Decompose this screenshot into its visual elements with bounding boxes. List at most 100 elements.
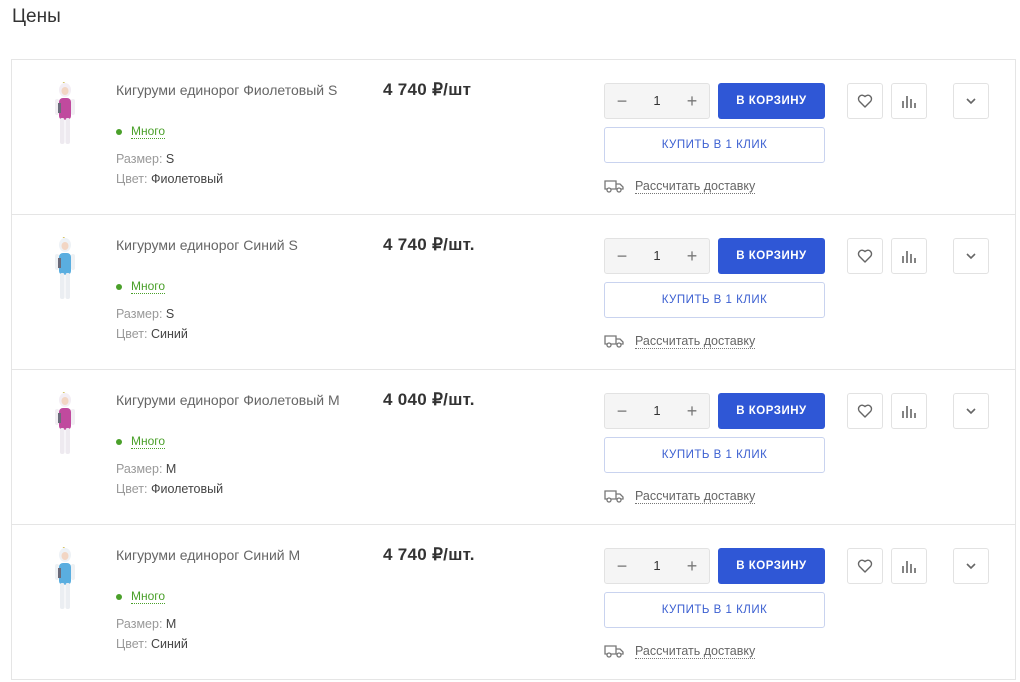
quantity-stepper: − 1 +: [604, 548, 710, 584]
stock-status: Много: [116, 279, 166, 294]
product-size: Размер: M: [116, 617, 176, 631]
product-list: Кигуруми единорог Фиолетовый S Много Раз…: [11, 59, 1016, 680]
quantity-input[interactable]: 1: [635, 549, 679, 583]
stock-status: Много: [116, 589, 166, 604]
stock-label[interactable]: Много: [131, 589, 166, 604]
product-color: Цвет: Синий: [116, 327, 188, 341]
add-to-cart-button[interactable]: В КОРЗИНУ: [718, 238, 825, 274]
increase-button[interactable]: +: [677, 394, 707, 428]
color-value: Синий: [150, 327, 188, 341]
compare-button[interactable]: [891, 393, 927, 429]
delivery-label[interactable]: Рассчитать доставку: [635, 179, 756, 194]
product-name[interactable]: Кигуруми единорог Фиолетовый M: [116, 390, 366, 410]
delivery-label[interactable]: Рассчитать доставку: [635, 644, 756, 659]
delivery-label[interactable]: Рассчитать доставку: [635, 489, 756, 504]
size-value: M: [165, 462, 177, 476]
bar-chart-icon: [902, 406, 916, 418]
stock-label[interactable]: Много: [131, 434, 166, 449]
product-price: 4 740 ₽/шт: [383, 80, 472, 99]
truck-icon: [604, 335, 624, 348]
buy-one-click-button[interactable]: КУПИТЬ В 1 КЛИК: [604, 282, 825, 318]
product-size: Размер: S: [116, 307, 174, 321]
kigurumi-blue-icon[interactable]: [48, 237, 82, 303]
stock-status: Много: [116, 124, 166, 139]
product-row: Кигуруми единорог Синий S Много Размер: …: [12, 215, 1015, 370]
expand-button[interactable]: [953, 238, 989, 274]
stock-label[interactable]: Много: [131, 279, 166, 294]
quantity-input[interactable]: 1: [635, 239, 679, 273]
decrease-button[interactable]: −: [607, 239, 637, 273]
color-label: Цвет:: [116, 172, 151, 186]
quantity-stepper: − 1 +: [604, 238, 710, 274]
buy-one-click-button[interactable]: КУПИТЬ В 1 КЛИК: [604, 437, 825, 473]
quantity-stepper: − 1 +: [604, 83, 710, 119]
size-label: Размер:: [116, 617, 166, 631]
expand-button[interactable]: [953, 393, 989, 429]
compare-button[interactable]: [891, 548, 927, 584]
chevron-down-icon: [966, 253, 976, 260]
product-color: Цвет: Фиолетовый: [116, 172, 223, 186]
product-price: 4 740 ₽/шт.: [383, 545, 475, 564]
increase-button[interactable]: +: [677, 84, 707, 118]
kigurumi-purple-icon[interactable]: [48, 392, 82, 458]
product-size: Размер: M: [116, 462, 176, 476]
chevron-down-icon: [966, 563, 976, 570]
page-title: Цены: [12, 6, 61, 27]
product-row: Кигуруми единорог Синий M Много Размер: …: [12, 525, 1015, 680]
bar-chart-icon: [902, 96, 916, 108]
color-value: Фиолетовый: [150, 482, 224, 496]
add-to-cart-button[interactable]: В КОРЗИНУ: [718, 393, 825, 429]
truck-icon: [604, 180, 624, 193]
color-label: Цвет:: [116, 482, 151, 496]
size-value: M: [165, 617, 177, 631]
quantity-input[interactable]: 1: [635, 84, 679, 118]
bar-chart-icon: [902, 561, 916, 573]
decrease-button[interactable]: −: [607, 549, 637, 583]
heart-icon: [857, 249, 873, 263]
buy-one-click-button[interactable]: КУПИТЬ В 1 КЛИК: [604, 127, 825, 163]
favorite-button[interactable]: [847, 238, 883, 274]
add-to-cart-button[interactable]: В КОРЗИНУ: [718, 83, 825, 119]
compare-button[interactable]: [891, 83, 927, 119]
favorite-button[interactable]: [847, 393, 883, 429]
favorite-button[interactable]: [847, 548, 883, 584]
truck-icon: [604, 490, 624, 503]
product-row: Кигуруми единорог Фиолетовый M Много Раз…: [12, 370, 1015, 525]
increase-button[interactable]: +: [677, 239, 707, 273]
product-name[interactable]: Кигуруми единорог Фиолетовый S: [116, 80, 366, 100]
product-row: Кигуруми единорог Фиолетовый S Много Раз…: [12, 60, 1015, 215]
color-value: Фиолетовый: [150, 172, 224, 186]
expand-button[interactable]: [953, 83, 989, 119]
compare-button[interactable]: [891, 238, 927, 274]
add-to-cart-button[interactable]: В КОРЗИНУ: [718, 548, 825, 584]
product-name[interactable]: Кигуруми единорог Синий S: [116, 235, 366, 255]
heart-icon: [857, 559, 873, 573]
buy-one-click-button[interactable]: КУПИТЬ В 1 КЛИК: [604, 592, 825, 628]
bar-chart-icon: [902, 251, 916, 263]
expand-button[interactable]: [953, 548, 989, 584]
size-value: S: [165, 307, 175, 321]
kigurumi-blue-icon[interactable]: [48, 547, 82, 613]
product-size: Размер: S: [116, 152, 174, 166]
stock-label[interactable]: Много: [131, 124, 166, 139]
product-price: 4 740 ₽/шт.: [383, 235, 475, 254]
heart-icon: [857, 94, 873, 108]
chevron-down-icon: [966, 98, 976, 105]
stock-status: Много: [116, 434, 166, 449]
delivery-label[interactable]: Рассчитать доставку: [635, 334, 756, 349]
decrease-button[interactable]: −: [607, 394, 637, 428]
size-label: Размер:: [116, 462, 166, 476]
heart-icon: [857, 404, 873, 418]
truck-icon: [604, 645, 624, 658]
decrease-button[interactable]: −: [607, 84, 637, 118]
increase-button[interactable]: +: [677, 549, 707, 583]
kigurumi-purple-icon[interactable]: [48, 82, 82, 148]
size-label: Размер:: [116, 152, 166, 166]
product-name[interactable]: Кигуруми единорог Синий M: [116, 545, 366, 565]
product-color: Цвет: Фиолетовый: [116, 482, 223, 496]
product-color: Цвет: Синий: [116, 637, 188, 651]
size-label: Размер:: [116, 307, 166, 321]
favorite-button[interactable]: [847, 83, 883, 119]
color-label: Цвет:: [116, 637, 151, 651]
quantity-input[interactable]: 1: [635, 394, 679, 428]
